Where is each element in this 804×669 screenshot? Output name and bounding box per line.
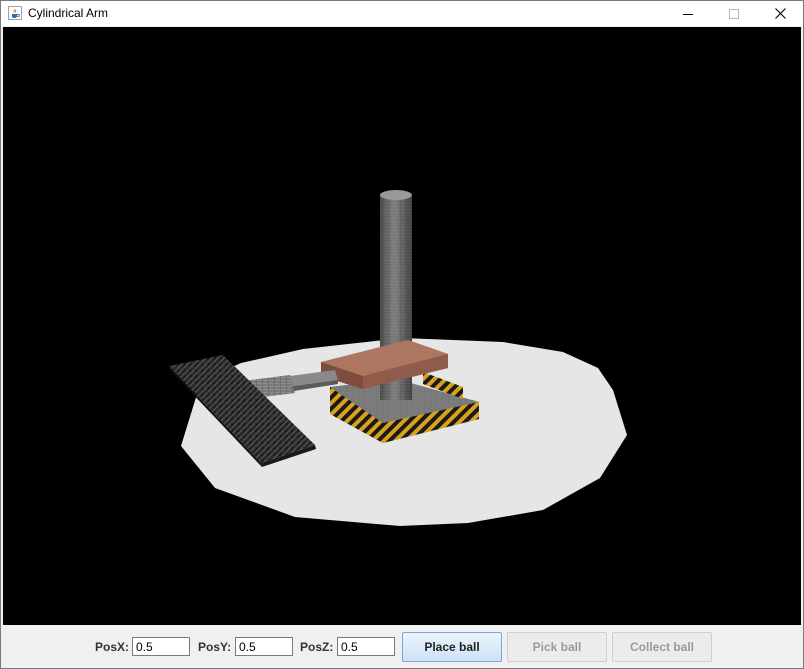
maximize-button[interactable] bbox=[711, 1, 757, 26]
close-button[interactable] bbox=[757, 1, 803, 26]
pick-ball-button[interactable]: Pick ball bbox=[507, 632, 607, 662]
minimize-icon bbox=[683, 13, 693, 15]
3d-viewport[interactable] bbox=[3, 27, 801, 625]
title-bar[interactable]: Cylindrical Arm bbox=[1, 1, 803, 26]
app-window: Cylindrical Arm PosX: 0.5 PosY: 0.5 PosZ… bbox=[0, 0, 804, 669]
posx-label: PosX: bbox=[95, 640, 130, 654]
close-icon bbox=[774, 8, 786, 19]
maximize-icon bbox=[729, 8, 739, 19]
minimize-button[interactable] bbox=[665, 1, 711, 26]
posz-label: PosZ: bbox=[300, 640, 334, 654]
scene-canvas[interactable] bbox=[3, 27, 801, 625]
place-ball-button[interactable]: Place ball bbox=[402, 632, 502, 662]
window-title: Cylindrical Arm bbox=[28, 6, 109, 20]
posz-input[interactable] bbox=[337, 637, 395, 656]
control-panel: PosX: PosY: PosZ: Place ball Pick ball C… bbox=[1, 627, 803, 668]
posx-input[interactable] bbox=[132, 637, 190, 656]
collect-ball-button[interactable]: Collect ball bbox=[612, 632, 712, 662]
posy-label: PosY: bbox=[198, 640, 232, 654]
posy-input[interactable] bbox=[235, 637, 293, 656]
java-cup-icon bbox=[8, 6, 22, 20]
